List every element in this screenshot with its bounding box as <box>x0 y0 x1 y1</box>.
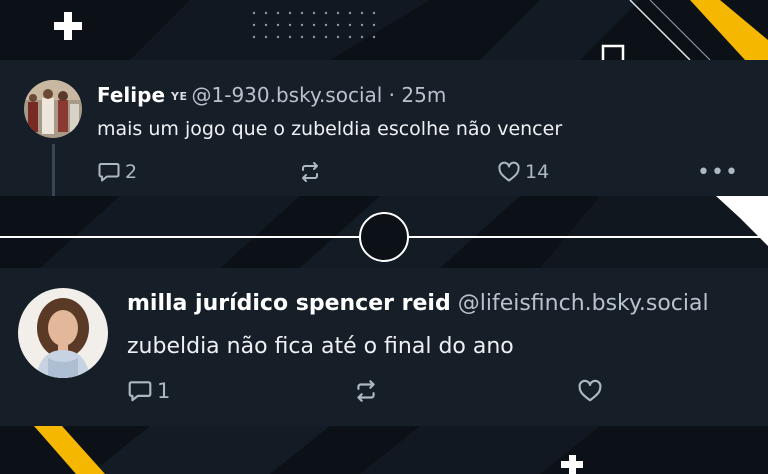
repost-button[interactable] <box>298 161 322 183</box>
reply-icon <box>128 381 152 402</box>
post-header: milla jurídico spencer reid @lifeisfinch.… <box>127 291 709 316</box>
thread-line <box>52 144 55 196</box>
reply-count: 2 <box>125 161 138 183</box>
avatar[interactable] <box>24 80 82 138</box>
reply-button[interactable]: 1 <box>127 379 170 403</box>
post-time[interactable]: 25m <box>401 83 446 107</box>
like-button[interactable] <box>577 379 603 403</box>
repost-button[interactable] <box>353 379 379 403</box>
more-icon[interactable]: ••• <box>697 160 739 185</box>
reply-button[interactable]: 2 <box>97 161 137 183</box>
author-handle[interactable]: @1-930.bsky.social <box>192 83 383 107</box>
author-badge: YE <box>171 90 188 103</box>
repost-icon <box>357 380 375 402</box>
post-text: zubeldia não fica até o final do ano <box>127 334 514 359</box>
reply-count: 1 <box>157 379 171 403</box>
author-handle[interactable]: @lifeisfinch.bsky.social <box>458 291 709 316</box>
like-button[interactable]: 14 <box>497 161 549 183</box>
separator-dot: · <box>382 83 402 107</box>
repost-icon <box>302 162 318 182</box>
like-count: 14 <box>525 161 550 183</box>
author-name[interactable]: milla jurídico spencer reid <box>127 291 451 316</box>
avatar[interactable] <box>18 288 108 378</box>
post-text: mais um jogo que o zubeldia escolhe não … <box>97 118 563 140</box>
center-circle <box>359 212 409 262</box>
author-name[interactable]: Felipe <box>97 83 165 107</box>
heart-icon <box>578 379 602 402</box>
post-card-felipe[interactable]: Felipe YE @1-930.bsky.social · 25m mais um… <box>0 60 768 196</box>
reply-icon <box>98 163 120 182</box>
post-header: Felipe YE @1-930.bsky.social · 25m <box>97 83 446 107</box>
post-card-milla[interactable]: milla jurídico spencer reid @lifeisfinch.… <box>0 268 768 426</box>
heart-icon <box>498 161 520 182</box>
